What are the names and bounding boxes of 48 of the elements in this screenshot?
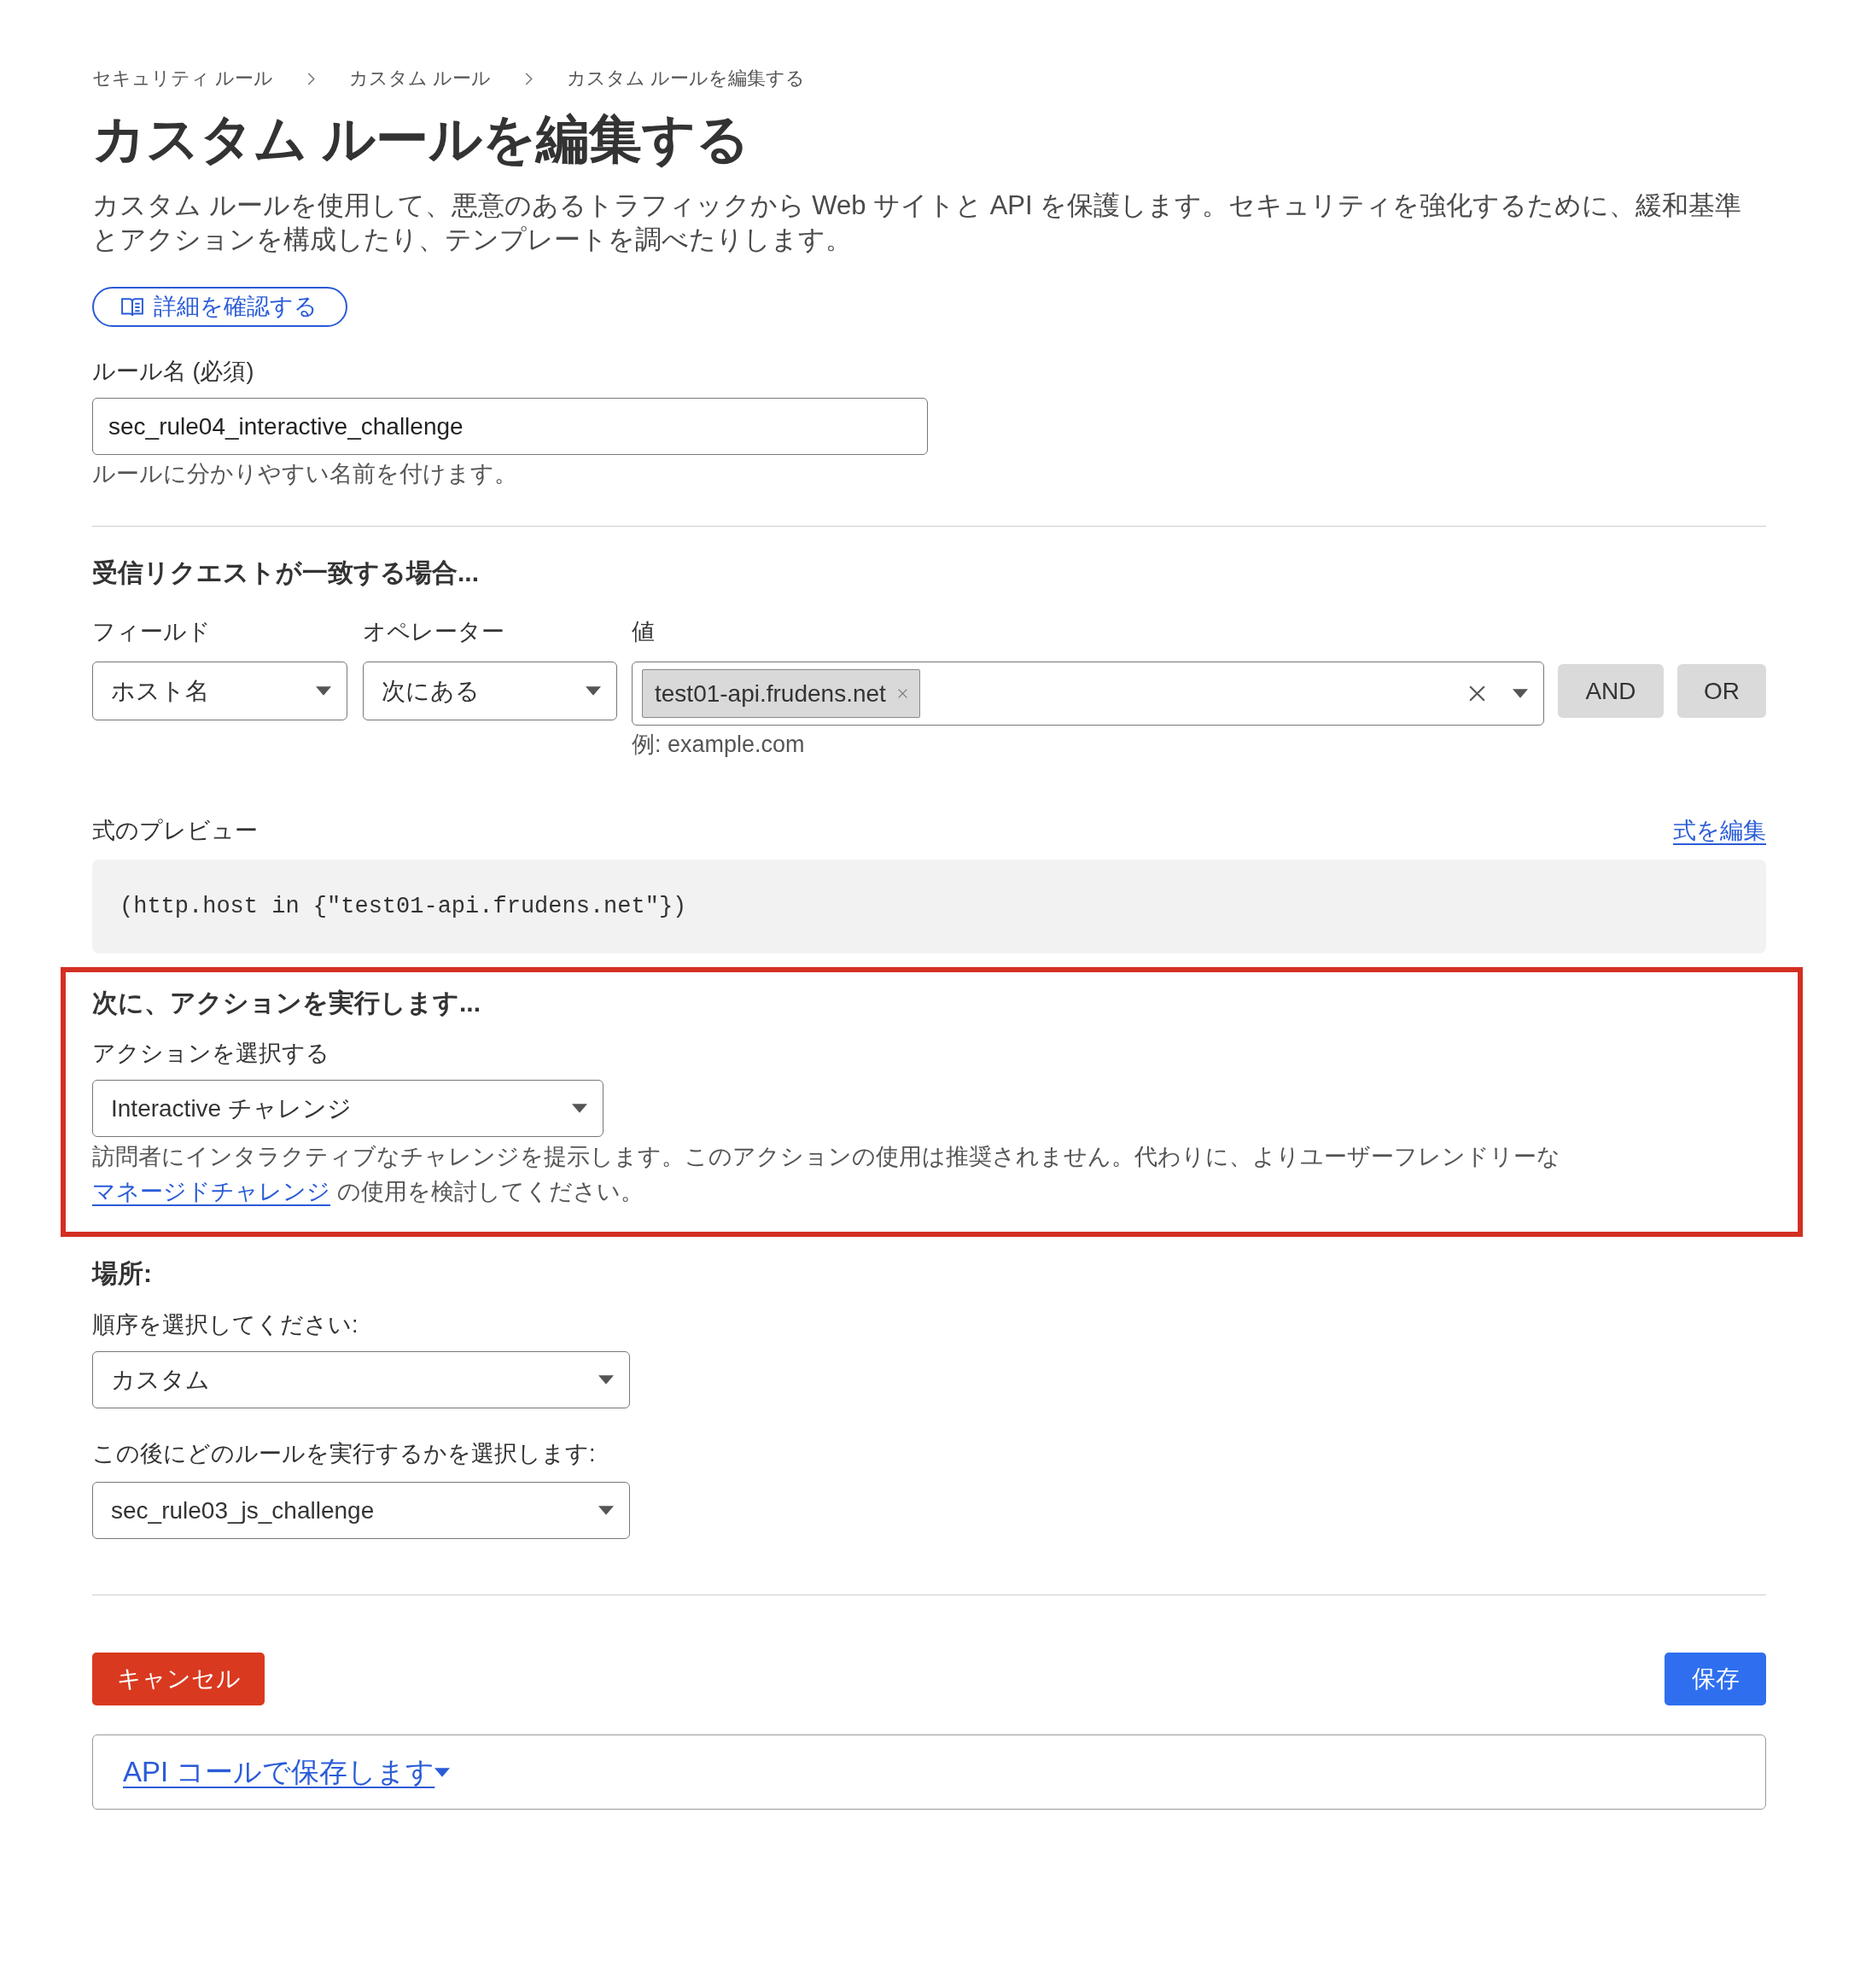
close-icon[interactable] bbox=[1469, 685, 1485, 702]
caret-down-icon bbox=[1513, 689, 1528, 698]
after-rule-select[interactable]: sec_rule03_js_challenge bbox=[92, 1482, 630, 1539]
after-rule-label: この後にどのルールを実行するかを選択します: bbox=[92, 1440, 596, 1468]
order-label: 順序を選択してください: bbox=[92, 1311, 359, 1339]
caret-down-icon bbox=[316, 686, 331, 696]
logic-button[interactable]: OR bbox=[1677, 664, 1766, 718]
value-tag[interactable]: test01-api.frudens.net bbox=[642, 669, 920, 718]
action-select-label: アクションを選択する bbox=[92, 1040, 329, 1068]
breadcrumb-link[interactable]: セキュリティ ルール bbox=[92, 66, 274, 91]
api-call-link[interactable]: API コールで保存します bbox=[123, 1753, 451, 1791]
placement-heading: 場所: bbox=[92, 1258, 152, 1289]
field-label: フィールド bbox=[92, 618, 211, 646]
operator-label: オペレーター bbox=[363, 618, 504, 646]
order-select[interactable]: カスタム bbox=[92, 1351, 630, 1408]
expression-code: (http.host in {"test01-api.frudens.net"}) bbox=[120, 892, 687, 921]
caret-down-icon bbox=[598, 1506, 614, 1515]
action-select[interactable]: Interactive チャレンジ bbox=[92, 1080, 603, 1137]
field-select[interactable]: ホスト名 bbox=[92, 662, 347, 720]
page-title: カスタム ルールを編集する bbox=[92, 108, 750, 170]
book-icon bbox=[121, 297, 143, 317]
edit-expression-link[interactable]: 式を編集 bbox=[1673, 815, 1766, 846]
rule-name-input[interactable]: sec_rule04_interactive_challenge bbox=[92, 398, 928, 455]
breadcrumb-link[interactable]: カスタム ルール bbox=[349, 66, 492, 91]
caret-down-icon bbox=[598, 1375, 614, 1385]
chevron-right-icon bbox=[525, 72, 534, 85]
chevron-right-icon bbox=[307, 72, 316, 85]
logic-button[interactable]: AND bbox=[1558, 664, 1664, 718]
value-label: 値 bbox=[632, 618, 655, 646]
page-description: カスタム ルールを使用して、悪意のあるトラフィックから Web サイトと API を保護します。セキュリティを強化するために、緩和基準とアクションを構成したり、テンプレートを調べたりします。 bbox=[92, 189, 1743, 256]
managed-challenge-link[interactable]: マネージドチャレンジ bbox=[92, 1179, 330, 1204]
match-heading: 受信リクエストが一致する場合... bbox=[92, 557, 479, 588]
caret-down-icon bbox=[572, 1104, 587, 1113]
cancel-button[interactable]: キャンセル bbox=[92, 1653, 265, 1705]
breadcrumb-current: カスタム ルールを編集する bbox=[567, 67, 806, 90]
value-hint: 例: example.com bbox=[632, 731, 805, 759]
operator-select[interactable]: 次にある bbox=[363, 662, 617, 720]
save-button[interactable]: 保存 bbox=[1665, 1653, 1766, 1705]
rule-name-help: ルールに分かりやすい名前を付けます。 bbox=[92, 460, 517, 488]
caret-down-icon bbox=[434, 1767, 451, 1777]
expression-preview-label: 式のプレビュー bbox=[92, 817, 258, 845]
action-description: 訪問者にインタラクティブなチャレンジを提示します。このアクションの使用は推奨されません。代わりに、よりユーザーフレンドリーな マネージドチャレンジ の使用を検討してください。 bbox=[92, 1143, 1561, 1206]
caret-down-icon bbox=[586, 686, 601, 696]
value-select[interactable]: test01-api.frudens.net bbox=[632, 662, 1544, 726]
learn-more-button[interactable]: 詳細を確認する bbox=[92, 287, 347, 327]
rule-name-label: ルール名 (必須) bbox=[92, 358, 254, 386]
action-heading: 次に、アクションを実行します... bbox=[92, 988, 481, 1018]
close-icon[interactable] bbox=[897, 689, 907, 698]
